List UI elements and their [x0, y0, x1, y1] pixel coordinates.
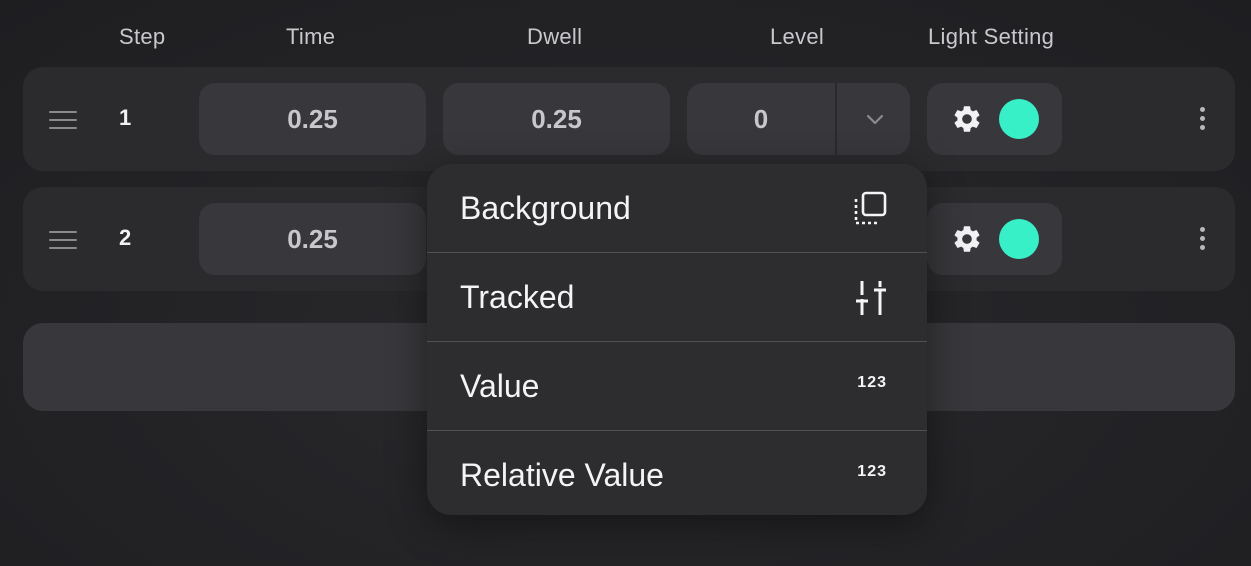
more-options-icon[interactable]	[1196, 227, 1208, 253]
more-options-icon[interactable]	[1196, 107, 1208, 133]
light-setting	[927, 203, 1062, 275]
step-number: 1	[119, 105, 132, 130]
drag-handle-icon[interactable]	[49, 231, 77, 249]
light-color-swatch[interactable]	[999, 219, 1039, 259]
menu-item-background[interactable]: Background	[427, 164, 927, 253]
level-field[interactable]: 0	[687, 83, 835, 155]
chevron-down-icon[interactable]	[863, 107, 887, 131]
step-row: 1 0.25 0.25 0	[23, 67, 1235, 171]
menu-item-label: Relative Value	[460, 457, 664, 493]
light-setting	[927, 83, 1062, 155]
number-123-icon: 123	[857, 463, 887, 480]
menu-item-label: Value	[460, 368, 540, 404]
time-field[interactable]: 0.25	[199, 203, 426, 275]
number-123-icon: 123	[857, 374, 887, 391]
menu-item-tracked[interactable]: Tracked	[427, 253, 927, 342]
menu-item-value[interactable]: Value 123	[427, 342, 927, 431]
drag-handle-icon[interactable]	[49, 111, 77, 129]
time-field[interactable]: 0.25	[199, 83, 426, 155]
menu-item-relative-value[interactable]: Relative Value 123	[427, 431, 927, 515]
tracked-sliders-icon	[856, 281, 886, 315]
header-light-setting: Light Setting	[928, 24, 1055, 49]
step-number: 2	[119, 225, 132, 250]
header-level: Level	[770, 24, 825, 49]
light-color-swatch[interactable]	[999, 99, 1039, 139]
header-step: Step	[119, 24, 166, 49]
level-control: 0	[687, 83, 910, 155]
dwell-field[interactable]: 0.25	[443, 83, 670, 155]
background-layer-icon	[854, 191, 887, 225]
level-divider	[835, 83, 837, 155]
level-type-menu: Background Tracked Value 123 Relative Va…	[427, 164, 927, 515]
gear-icon[interactable]	[951, 103, 983, 135]
menu-item-label: Tracked	[460, 279, 575, 315]
header-time: Time	[286, 24, 336, 49]
menu-item-label: Background	[460, 190, 631, 226]
gear-icon[interactable]	[951, 223, 983, 255]
header-dwell: Dwell	[527, 24, 583, 49]
